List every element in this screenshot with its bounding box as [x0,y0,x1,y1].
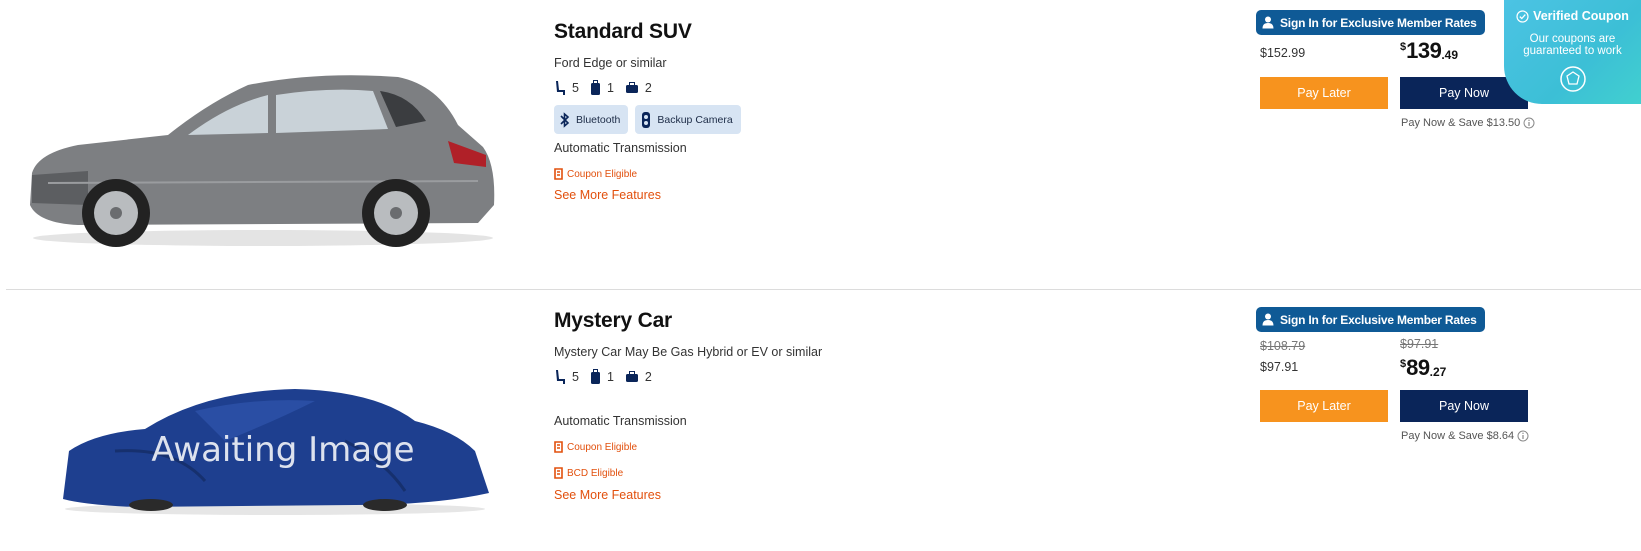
vehicle-specs: 5 1 2 [554,79,748,97]
payment-buttons: Pay Later Pay Now [1256,390,1536,424]
badge-label: Coupon Eligible [567,168,638,180]
pay-now-price: $ 89 .27 [1400,356,1446,380]
coupon-title-text: Verified Coupon [1533,9,1629,23]
feature-chip-backup-camera: Backup Camera [635,105,741,134]
bag-icon [625,371,638,382]
seats-spec: 5 [554,369,579,385]
bcd-eligible-badge: BCD Eligible [554,467,822,479]
pay-now-original-price: $97.91 [1400,337,1439,351]
large-luggage-count: 1 [606,81,614,95]
coupon-tag-icon [554,168,563,180]
vehicle-name: Standard SUV [554,20,692,43]
pricing-panel: Sign In for Exclusive Member Rates $108.… [1256,307,1536,442]
info-icon[interactable] [1523,117,1535,129]
pay-now-savings: Pay Now & Save $8.64 [1401,430,1536,442]
large-luggage-spec: 1 [590,369,614,385]
coupon-seal [1504,65,1641,93]
price-whole: 139 [1406,38,1442,63]
member-rates-button[interactable]: Sign In for Exclusive Member Rates [1256,307,1485,332]
member-rates-button[interactable]: Sign In for Exclusive Member Rates [1256,10,1485,35]
seats-count: 5 [572,81,579,95]
pay-later-button[interactable]: Pay Later [1260,77,1388,109]
seat-icon [556,370,565,384]
pay-now-button[interactable]: Pay Now [1400,390,1528,422]
bluetooth-icon [560,111,570,128]
see-more-features-link[interactable]: See More Features [554,188,661,202]
feature-label: Backup Camera [657,113,733,126]
see-more-features-link[interactable]: See More Features [554,488,661,502]
savings-text: Pay Now & Save $13.50 [1401,117,1521,129]
pay-later-price: $97.91 [1260,360,1299,374]
small-luggage-count: 2 [644,370,652,384]
vehicle-model: Mystery Car May Be Gas Hybrid or EV or s… [554,345,823,359]
vehicle-image-suv[interactable] [18,55,508,255]
coupon-eligible-badge: Coupon Eligible [554,441,822,453]
price-cents: .49 [1441,48,1459,62]
vehicle-image-placeholder[interactable]: Awaiting Image [55,381,495,521]
seat-icon [556,81,565,95]
vehicle-listing: Awaiting Image Mystery Car Mystery Car M… [0,291,1641,551]
transmission-text: Automatic Transmission [554,414,687,428]
pay-later-price: $152.99 [1260,46,1306,60]
pay-now-savings: Pay Now & Save $13.50 [1401,117,1536,129]
pricing-panel: Sign In for Exclusive Member Rates $152.… [1256,10,1536,129]
user-icon [1262,16,1274,29]
camera-icon [642,111,651,128]
small-luggage-spec: 2 [625,81,652,95]
price-row: $152.99 $ 139 .49 [1256,35,1536,75]
vehicle-info: Mystery Car Mystery Car May Be Gas Hybri… [554,309,822,504]
vehicle-model: Ford Edge or similar [554,56,667,70]
coupon-tag-icon [554,467,563,479]
user-icon [1262,313,1274,326]
small-luggage-count: 2 [644,81,652,95]
awaiting-image-text: Awaiting Image [151,430,414,470]
shield-badge-icon [1559,66,1586,92]
member-rates-label: Sign In for Exclusive Member Rates [1280,312,1477,327]
bag-icon [625,82,638,93]
badge-label: Coupon Eligible [567,441,638,453]
transmission-text: Automatic Transmission [554,141,687,155]
coupon-eligible-badge: Coupon Eligible [554,168,748,180]
member-rates-label: Sign In for Exclusive Member Rates [1280,15,1477,30]
verified-coupon-panel[interactable]: Verified Coupon Our coupons are guarante… [1504,0,1641,104]
vehicle-name: Mystery Car [554,309,673,332]
pay-now-price: $ 139 .49 [1400,39,1458,63]
coupon-tag-icon [554,441,563,453]
payment-buttons: Pay Later Pay Now [1256,77,1536,111]
large-luggage-spec: 1 [590,80,614,96]
feature-label: Bluetooth [576,113,621,126]
badge-label: BCD Eligible [567,467,624,479]
vehicle-specs: 5 1 2 [554,368,822,386]
coupon-title: Verified Coupon [1504,9,1641,23]
info-icon[interactable] [1517,430,1529,442]
price-cents: .27 [1429,365,1447,379]
vehicle-listing: Standard SUV Ford Edge or similar 5 1 2 … [0,0,1641,290]
price-row: $108.79 $97.91 $97.91 $ 89 .27 [1256,332,1536,388]
check-circle-icon [1516,9,1529,23]
coupon-guarantee-text: Our coupons are guaranteed to work [1523,33,1622,57]
pay-later-original-price: $108.79 [1260,339,1306,353]
feature-chips: Bluetooth Backup Camera [554,105,748,134]
vehicle-info: Standard SUV Ford Edge or similar 5 1 2 … [554,20,748,204]
pay-later-button[interactable]: Pay Later [1260,390,1388,422]
seats-spec: 5 [554,80,579,96]
suitcase-icon [590,369,600,384]
small-luggage-spec: 2 [625,370,652,384]
feature-chip-bluetooth: Bluetooth [554,105,629,134]
listing-divider [6,289,1641,290]
large-luggage-count: 1 [606,370,614,384]
seats-count: 5 [572,370,579,384]
price-whole: 89 [1406,355,1430,380]
suitcase-icon [590,80,600,95]
savings-text: Pay Now & Save $8.64 [1401,430,1515,442]
